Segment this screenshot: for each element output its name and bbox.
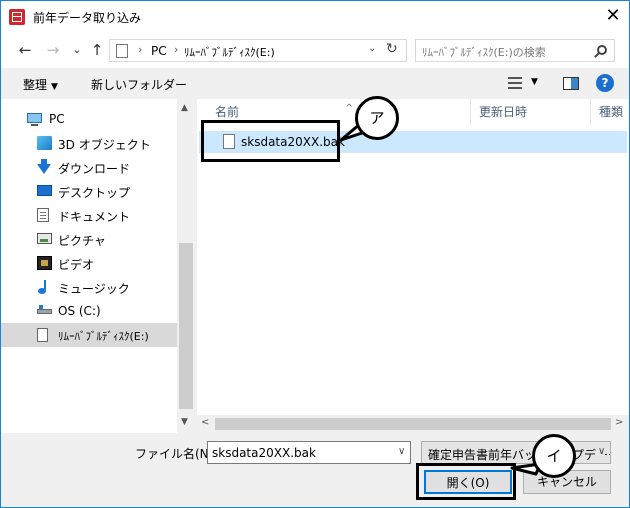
breadcrumb-separator-icon[interactable]: › (138, 43, 142, 56)
folder-icon (116, 44, 128, 58)
nav-item-label: ビデオ (58, 258, 95, 272)
command-bar: 整理 ▼ 新しいフォルダー ▼ ? (1, 68, 629, 99)
file-type-select[interactable]: 確定申告書前年バックアップデータ ∨ (421, 441, 611, 464)
view-caret-icon[interactable]: ▼ (531, 77, 538, 87)
column-header-type[interactable]: 種類 (591, 99, 629, 125)
nav-item-label: OS (C:) (58, 304, 101, 318)
nav-item-pictures[interactable]: ピクチャ (1, 227, 177, 251)
help-icon[interactable]: ? (596, 74, 614, 92)
callout-bubble-a: ア (355, 96, 399, 140)
file-type-chevron-icon[interactable]: ∨ (596, 446, 606, 457)
window-title: 前年データ取り込み (33, 11, 142, 25)
callout-highlight-file (201, 120, 340, 162)
nav-item-label: PC (49, 112, 65, 126)
navigation-pane: PC 3D オブジェクト ダウンロード デスクトップ ドキュメント ピクチャ ビ… (1, 99, 195, 433)
desktop-icon (37, 185, 52, 196)
pictures-icon (37, 233, 52, 244)
nav-item-downloads[interactable]: ダウンロード (1, 155, 177, 179)
title-bar: 前年データ取り込み ✕ (1, 1, 629, 32)
nav-item-desktop[interactable]: デスクトップ (1, 179, 177, 203)
app-icon (9, 9, 25, 25)
nav-item-label: ダウンロード (58, 162, 131, 176)
nav-item-os-drive[interactable]: OS (C:) (1, 299, 177, 323)
search-icon[interactable] (597, 45, 607, 55)
breadcrumb-removable-disk[interactable]: ﾘﾑｰﾊﾞﾌﾞﾙﾃﾞｨｽｸ(E:) (184, 44, 275, 60)
videos-icon (37, 256, 52, 270)
callout-highlight-open-button (416, 463, 516, 500)
close-icon[interactable]: ✕ (601, 5, 625, 29)
search-placeholder: ﾘﾑｰﾊﾞﾌﾞﾙﾃﾞｨｽｸ(E:)の検索 (422, 46, 546, 59)
back-arrow-icon[interactable]: ← (15, 40, 35, 60)
breadcrumb-separator-icon[interactable]: › (174, 43, 178, 56)
nav-item-label: デスクトップ (58, 186, 131, 200)
forward-arrow-icon[interactable]: → (43, 40, 63, 60)
column-header-modified[interactable]: 更新日時 (471, 99, 591, 125)
nav-item-removable-disk[interactable]: ﾘﾑｰﾊﾞﾌﾞﾙﾃﾞｨｽｸ(E:) (1, 323, 177, 347)
file-list-horizontal-scrollbar[interactable]: < > (197, 415, 629, 433)
organize-button[interactable]: 整理 ▼ (23, 76, 58, 93)
nav-item-documents[interactable]: ドキュメント (1, 203, 177, 227)
nav-item-label: ドキュメント (58, 210, 131, 224)
3d-objects-icon (37, 136, 52, 150)
organize-caret-icon: ▼ (51, 82, 58, 92)
documents-icon (37, 208, 49, 222)
file-type-value: 確定申告書前年バックアップデータ (428, 448, 611, 462)
filename-label: ファイル名(N): (135, 447, 218, 461)
address-row: ← → ⌄ ↑ › PC › ﾘﾑｰﾊﾞﾌﾞﾙﾃﾞｨｽｸ(E:) ⌄ ↻ ﾘﾑｰ… (1, 32, 629, 68)
scroll-down-arrow-icon[interactable]: ▼ (181, 417, 188, 427)
filename-history-chevron-icon[interactable]: ∨ (398, 446, 405, 457)
new-folder-button[interactable]: 新しいフォルダー (91, 76, 187, 93)
horizontal-scroll-thumb[interactable] (215, 418, 611, 430)
nav-item-music[interactable]: ミュージック (1, 275, 177, 299)
preview-pane-icon[interactable] (563, 77, 579, 90)
scroll-right-arrow-icon[interactable]: > (615, 417, 623, 428)
nav-scrollbar[interactable]: ▲ ▼ (177, 99, 195, 433)
nav-item-label: 3D オブジェクト (58, 138, 151, 152)
nav-item-3d-objects[interactable]: 3D オブジェクト (1, 131, 177, 155)
nav-item-label: ピクチャ (58, 234, 106, 248)
pc-icon (27, 113, 42, 126)
filename-value: sksdata20XX.bak (212, 446, 316, 460)
filename-input[interactable]: sksdata20XX.bak ∨ (207, 441, 411, 464)
address-bar[interactable]: › PC › ﾘﾑｰﾊﾞﾌﾞﾙﾃﾞｨｽｸ(E:) ⌄ ↻ (109, 39, 407, 62)
view-options-icon[interactable] (508, 76, 526, 90)
organize-label: 整理 (23, 78, 48, 92)
sort-ascending-icon: ^ (345, 103, 354, 114)
breadcrumb-pc[interactable]: PC (151, 44, 167, 58)
callout-bubble-b: イ (532, 434, 576, 478)
file-open-dialog: 前年データ取り込み ✕ ← → ⌄ ↑ › PC › ﾘﾑｰﾊﾞﾌﾞﾙﾃﾞｨｽｸ… (0, 0, 630, 508)
nav-item-label: ﾘﾑｰﾊﾞﾌﾞﾙﾃﾞｨｽｸ(E:) (58, 330, 149, 343)
download-icon (37, 159, 51, 174)
removable-disk-icon (37, 328, 48, 342)
recent-locations-chevron-icon[interactable]: ⌄ (67, 40, 87, 60)
search-input[interactable]: ﾘﾑｰﾊﾞﾌﾞﾙﾃﾞｨｽｸ(E:)の検索 (415, 39, 615, 62)
nav-item-label: ミュージック (58, 282, 130, 296)
column-header-label: 名前 (215, 105, 240, 119)
os-drive-icon (37, 305, 52, 314)
up-arrow-icon[interactable]: ↑ (87, 40, 107, 60)
scroll-up-arrow-icon[interactable]: ▲ (181, 103, 188, 113)
refresh-icon[interactable]: ↻ (386, 41, 398, 57)
music-icon (37, 280, 49, 294)
scroll-left-arrow-icon[interactable]: < (201, 417, 209, 428)
nav-item-pc[interactable]: PC (1, 107, 177, 131)
nav-item-videos[interactable]: ビデオ (1, 251, 177, 275)
address-dropdown-chevron-icon[interactable]: ⌄ (368, 43, 376, 54)
scroll-thumb[interactable] (179, 243, 193, 409)
